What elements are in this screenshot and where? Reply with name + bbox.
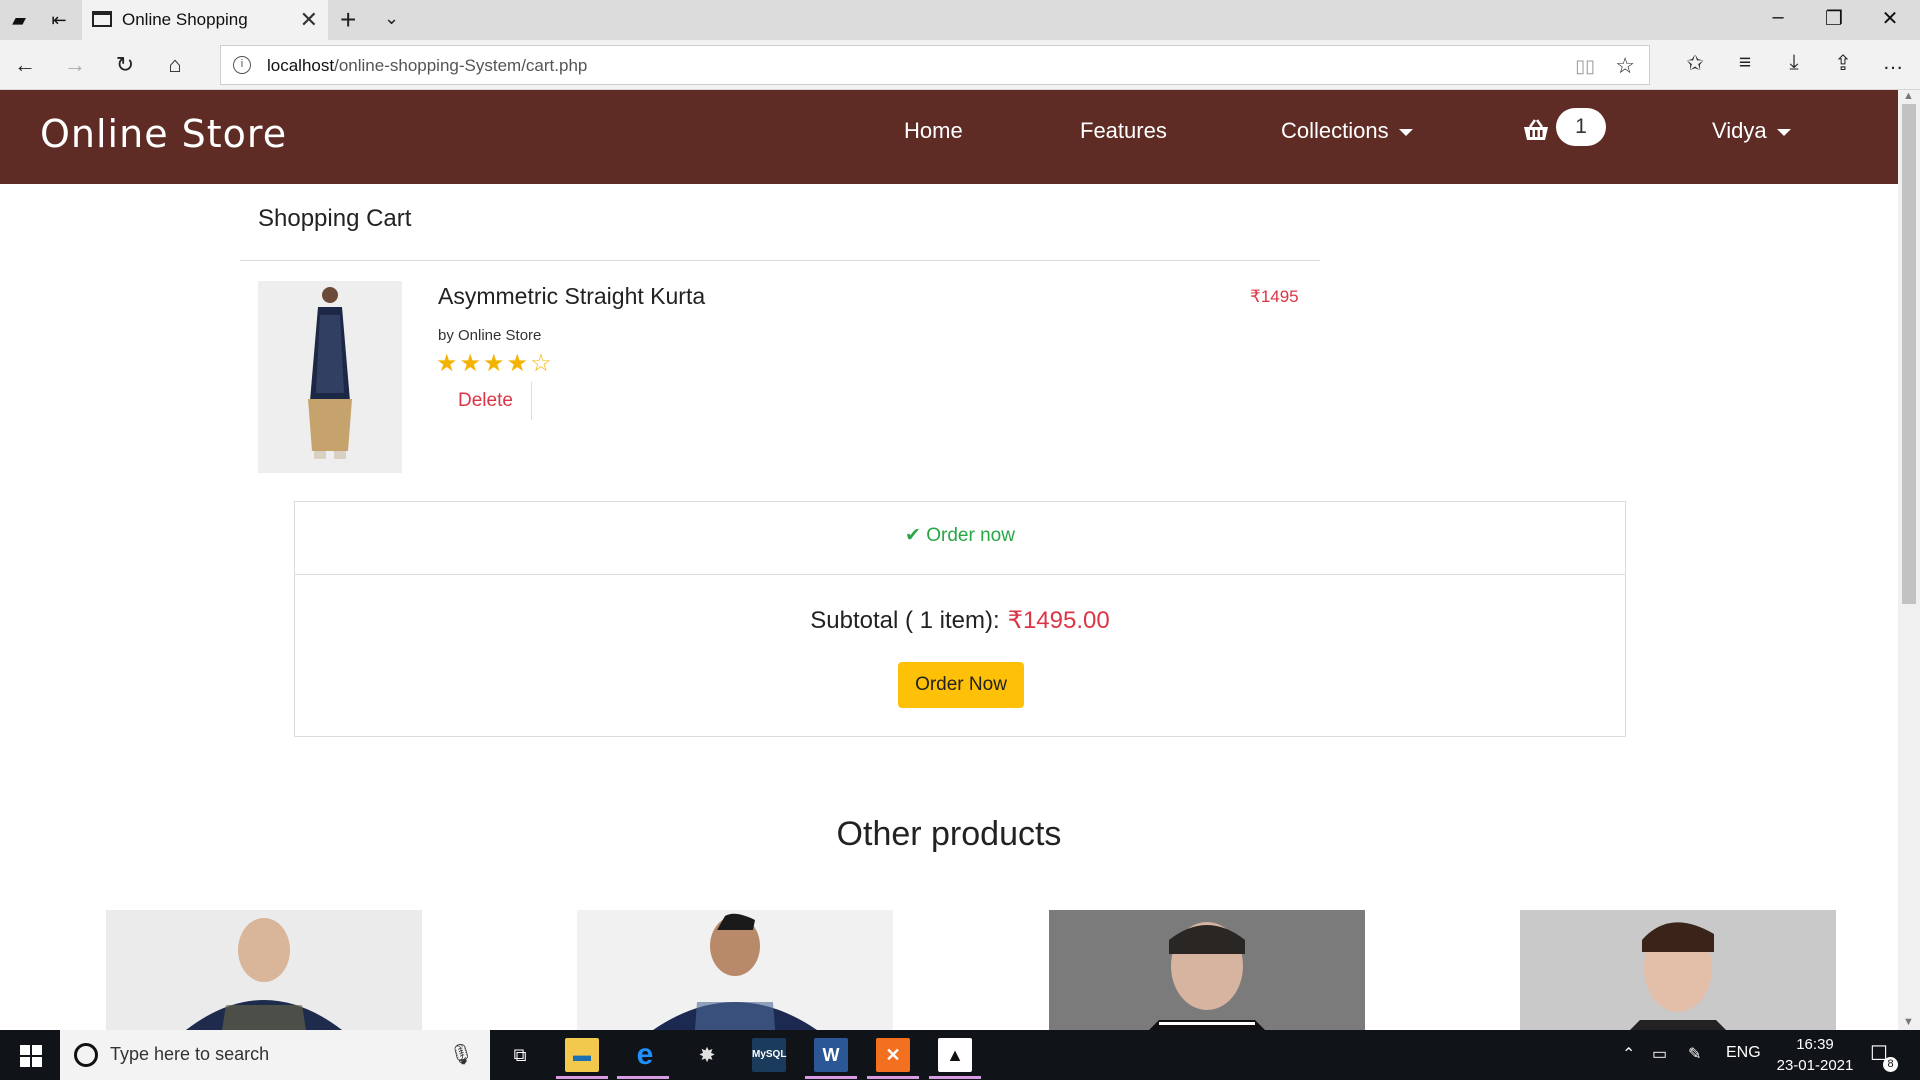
nav-collections[interactable]: Collections <box>1281 118 1413 144</box>
order-summary: ✔ Order now Subtotal ( 1 item): ₹1495.00 … <box>294 501 1626 737</box>
running-indicator <box>805 1076 857 1079</box>
nav-home[interactable]: Home <box>904 118 963 144</box>
notification-count: 8 <box>1883 1057 1898 1072</box>
product-seller: by Online Store <box>438 327 542 344</box>
page-scrollbar[interactable]: ▲ ▼ <box>1898 90 1920 1030</box>
taskbar: Type here to search 🎙 ⧉ ▬ e ✸ MySQL W ✕ … <box>0 1030 1920 1080</box>
reading-view-icon[interactable]: ▯▯ <box>1575 56 1595 77</box>
page-icon <box>92 11 112 27</box>
basket-icon[interactable] <box>1522 118 1550 149</box>
task-view-icon[interactable]: ⧉ <box>503 1038 537 1072</box>
site-info-icon[interactable]: i <box>233 56 251 74</box>
product-card[interactable] <box>106 910 422 1030</box>
more-icon[interactable]: … <box>1878 51 1908 75</box>
star-filled-icon: ★ <box>506 350 531 377</box>
word-icon[interactable]: W <box>814 1038 848 1072</box>
nav-features[interactable]: Features <box>1080 118 1167 144</box>
favorite-star-icon[interactable]: ☆ <box>1615 53 1635 79</box>
running-indicator <box>556 1076 608 1079</box>
site-header: Online Store Home Features Collections 1… <box>0 90 1898 184</box>
product-card[interactable] <box>1049 910 1365 1030</box>
home-icon[interactable]: ⌂ <box>162 52 188 78</box>
tab-title: Online Shopping <box>122 10 248 29</box>
order-now-button[interactable]: Order Now <box>898 662 1024 708</box>
show-hidden-icons-icon[interactable]: ⌃ <box>1622 1044 1635 1064</box>
battery-icon[interactable]: ▭ <box>1652 1044 1667 1064</box>
browser-titlebar: ▰ ⇤ Online Shopping ✕ + ⌄ – ❐ ✕ <box>0 0 1920 40</box>
file-explorer-icon[interactable]: ▬ <box>565 1038 599 1072</box>
running-indicator <box>867 1076 919 1079</box>
product-price: ₹1495 <box>1250 287 1299 306</box>
windows-start-icon[interactable] <box>20 1045 42 1067</box>
reading-list-icon[interactable]: ≡ <box>1730 51 1760 75</box>
restore-icon[interactable]: ❐ <box>1814 6 1854 31</box>
order-now-link[interactable]: ✔ Order now <box>295 524 1625 547</box>
delete-button[interactable]: Delete <box>458 390 513 412</box>
chevron-down-icon <box>1776 128 1791 136</box>
running-indicator <box>929 1076 981 1079</box>
brand-logo[interactable]: Online Store <box>40 112 287 156</box>
product-card[interactable] <box>577 910 893 1030</box>
browser-tab[interactable]: Online Shopping ✕ <box>82 0 328 40</box>
divider <box>531 382 532 420</box>
rating-stars: ★★★★☆ <box>436 349 554 378</box>
scroll-thumb[interactable] <box>1902 104 1916 604</box>
minimize-icon[interactable]: – <box>1758 6 1798 29</box>
tab-actions-icon[interactable]: ▰ <box>8 9 30 31</box>
edge-browser-icon[interactable]: e <box>628 1038 662 1072</box>
star-empty-icon: ☆ <box>530 350 554 377</box>
checkmark-icon: ✔ <box>905 525 921 546</box>
language-indicator[interactable]: ENG <box>1726 1044 1761 1062</box>
tab-preview-chevron-icon[interactable]: ⌄ <box>384 8 399 29</box>
page-title: Shopping Cart <box>258 205 412 232</box>
share-icon[interactable]: ⇪ <box>1828 51 1858 76</box>
running-indicator <box>617 1076 669 1079</box>
microphone-icon[interactable]: 🎙 <box>449 1042 474 1067</box>
star-filled-icon: ★ <box>459 350 484 377</box>
product-card[interactable] <box>1520 910 1836 1030</box>
subtotal: Subtotal ( 1 item): ₹1495.00 <box>810 607 1110 634</box>
back-icon[interactable]: ← <box>12 52 38 78</box>
new-tab-icon[interactable]: + <box>340 4 356 36</box>
clock[interactable]: 16:39 23-01-2021 <box>1770 1034 1860 1076</box>
photos-icon[interactable]: ▲ <box>938 1038 972 1072</box>
xampp-icon[interactable]: ✕ <box>876 1038 910 1072</box>
cart-count-badge[interactable]: 1 <box>1556 108 1606 146</box>
address-bar[interactable]: i localhost/online-shopping-System/cart.… <box>220 45 1650 85</box>
cortana-icon <box>74 1043 98 1067</box>
star-filled-icon: ★ <box>483 350 507 377</box>
scroll-up-icon[interactable]: ▲ <box>1903 90 1914 102</box>
section-title: Other products <box>836 815 1062 853</box>
mysql-icon[interactable]: MySQL <box>752 1038 786 1072</box>
pen-icon[interactable]: ✎ <box>1688 1044 1701 1064</box>
set-tabs-aside-icon[interactable]: ⇤ <box>48 9 70 31</box>
close-window-icon[interactable]: ✕ <box>1870 6 1910 31</box>
browser-toolbar: ← → ↻ ⌂ i localhost/online-shopping-Syst… <box>0 40 1920 90</box>
refresh-icon[interactable]: ↻ <box>112 52 138 78</box>
forward-icon[interactable]: → <box>62 52 88 78</box>
subtotal-amount: ₹1495.00 <box>1007 607 1110 634</box>
product-image[interactable] <box>258 281 402 473</box>
spider-app-icon[interactable]: ✸ <box>690 1038 724 1072</box>
favorites-icon[interactable]: ✩ <box>1680 51 1710 76</box>
divider <box>240 260 1320 261</box>
search-placeholder: Type here to search <box>110 1044 270 1064</box>
close-tab-icon[interactable]: ✕ <box>300 7 318 33</box>
download-icon[interactable]: ⤓ <box>1779 51 1809 75</box>
chevron-down-icon <box>1398 128 1413 136</box>
product-name[interactable]: Asymmetric Straight Kurta <box>438 283 705 310</box>
scroll-down-icon[interactable]: ▼ <box>1903 1016 1914 1028</box>
star-filled-icon: ★ <box>436 350 460 377</box>
summary-header: ✔ Order now <box>295 502 1625 575</box>
taskbar-search[interactable]: Type here to search 🎙 <box>60 1030 490 1080</box>
nav-user-menu[interactable]: Vidya <box>1712 118 1791 144</box>
url-text[interactable]: localhost/online-shopping-System/cart.ph… <box>267 56 587 76</box>
